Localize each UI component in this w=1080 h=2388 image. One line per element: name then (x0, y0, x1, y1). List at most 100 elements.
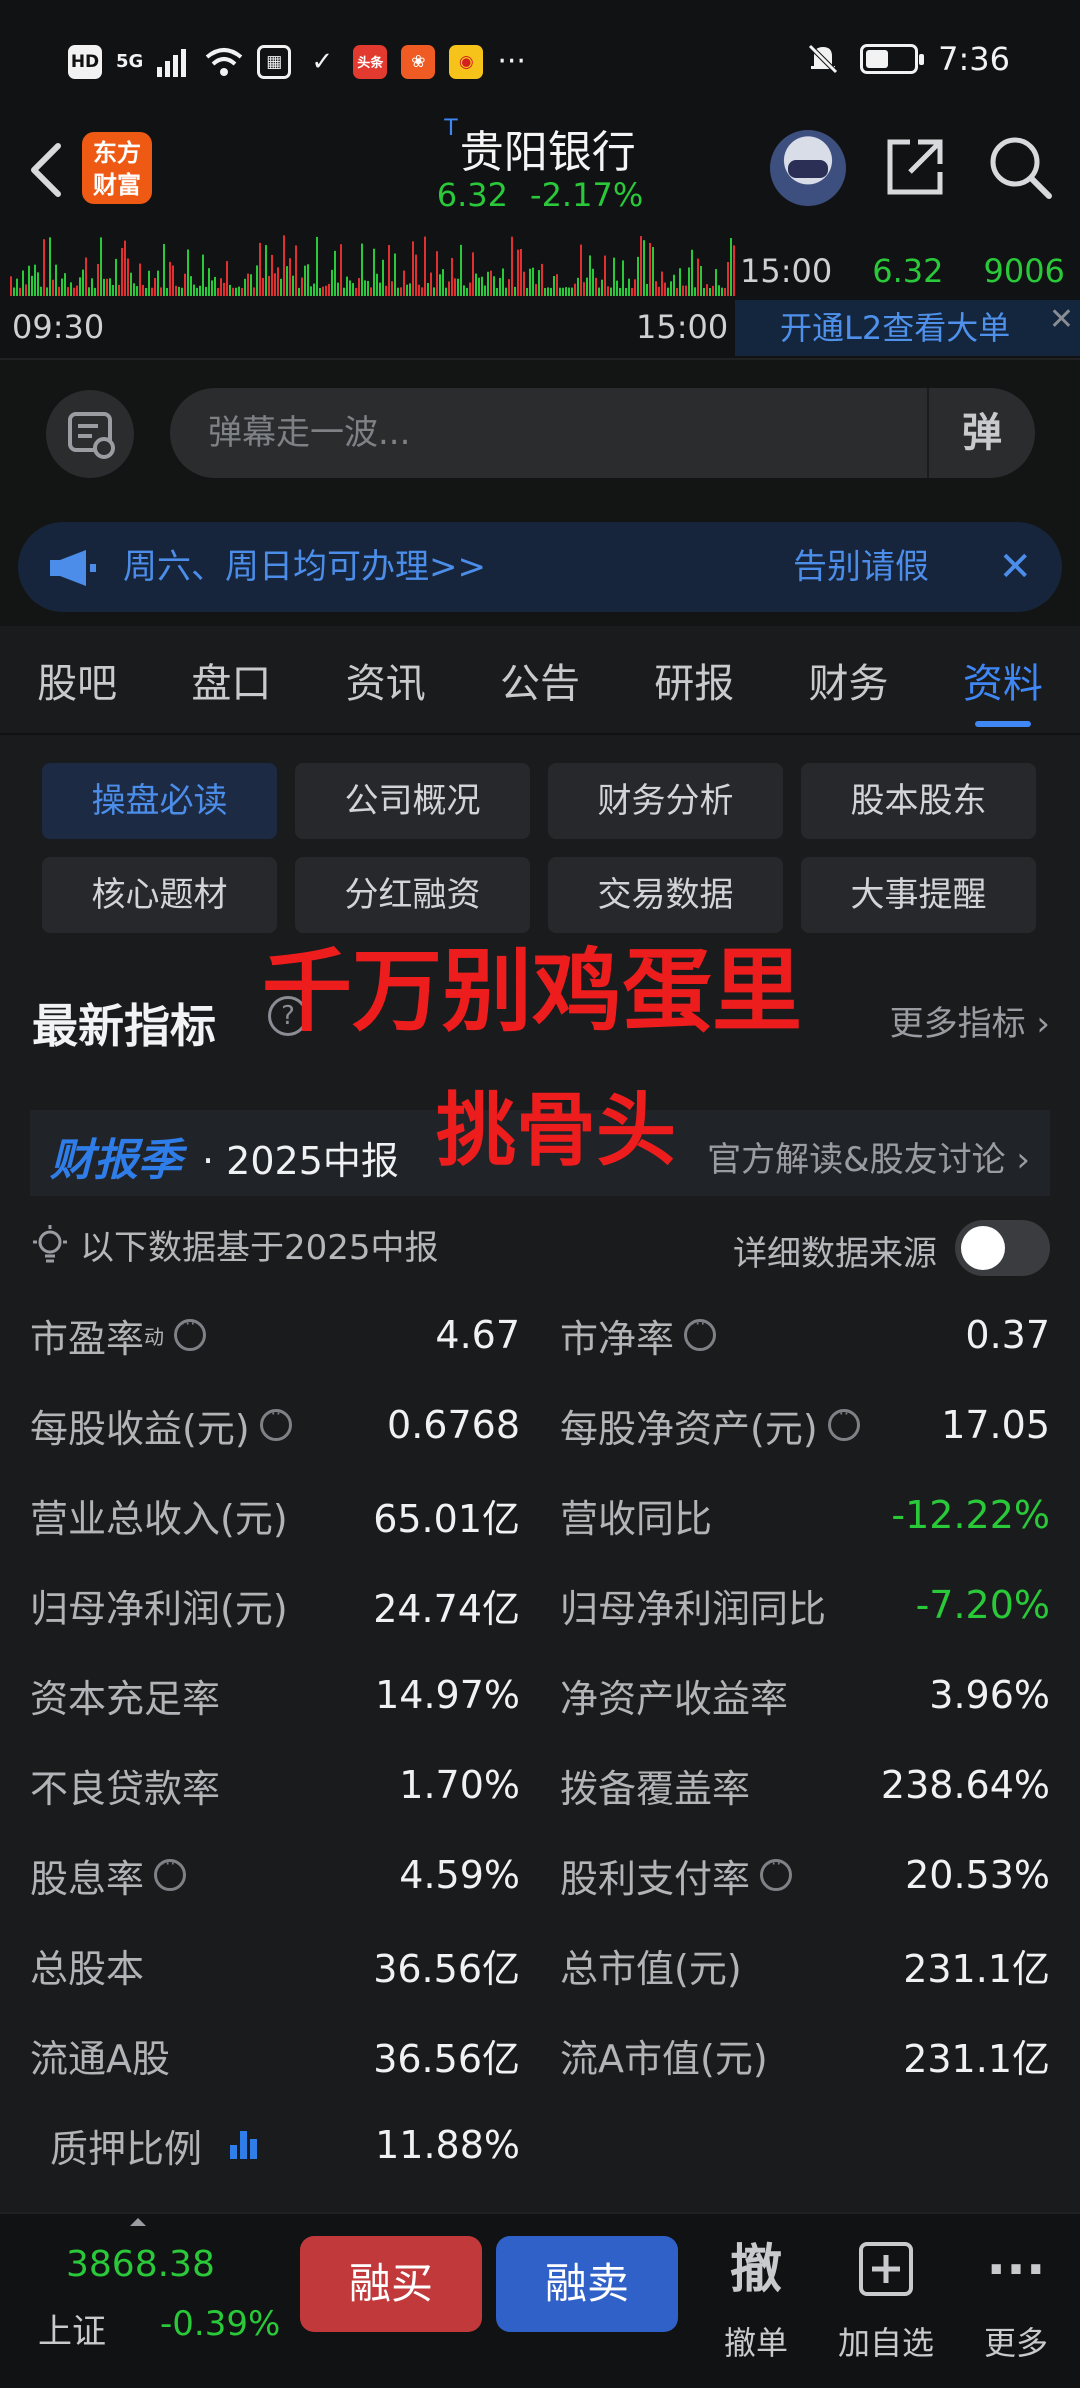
info-dots-icon[interactable] (174, 1314, 207, 1351)
volume-bar (691, 249, 693, 296)
volume-bar (538, 270, 540, 296)
margin-sell-button[interactable]: 融卖 (496, 2236, 678, 2332)
danmaku-settings-icon[interactable] (46, 390, 134, 478)
volume-bar (556, 274, 558, 296)
metric-row: 股息率 4.59% 股利支付率 20.53% (30, 1830, 1050, 1920)
volume-bar (16, 278, 18, 296)
volume-bar (46, 287, 48, 296)
index-value[interactable]: 3868.38 (66, 2244, 215, 2285)
info-dots-icon[interactable] (154, 1854, 187, 1891)
volume-bar (478, 277, 480, 296)
volume-bar (325, 285, 327, 296)
volume-bar (85, 257, 87, 296)
volume-bar (376, 273, 378, 296)
tab-research[interactable]: 研报 (617, 630, 771, 733)
volume-bar (160, 287, 162, 296)
danmaku-toggle-button[interactable]: 弹 (927, 388, 1035, 478)
volume-bar (193, 284, 195, 296)
add-watchlist-button[interactable]: 加自选 (826, 2234, 946, 2364)
more-indicators-link[interactable]: 更多指标 › (890, 996, 1050, 1045)
metric-label-text: 拨备覆盖率 (560, 1766, 751, 1811)
notice-banner[interactable]: 周六、周日均可办理>> 告别请假 ✕ (18, 522, 1062, 612)
volume-bar (595, 277, 597, 296)
subnav-financial-analysis[interactable]: 财务分析 (548, 763, 783, 839)
more-button[interactable]: ··· 更多 (956, 2234, 1076, 2364)
metric-label: 资本充足率 (30, 1668, 220, 1723)
volume-bar (430, 272, 432, 296)
tick-price: 6.32 (872, 252, 944, 290)
clock: 7:36 (938, 40, 1010, 78)
volume-bar (337, 282, 339, 296)
metric-label: 净资产收益率 (560, 1668, 788, 1723)
subnav-must-read[interactable]: 操盘必读 (42, 763, 277, 839)
volume-bar (604, 255, 606, 296)
tab-announcements[interactable]: 公告 (463, 630, 617, 733)
subnav-events[interactable]: 大事提醒 (801, 857, 1036, 933)
volume-bar (217, 287, 219, 296)
info-dots-icon[interactable] (259, 1404, 292, 1441)
tab-pankou[interactable]: 盘口 (154, 630, 308, 733)
metric-cell: 总市值(元) 231.1亿 (540, 1920, 1050, 2010)
subnav-core-themes[interactable]: 核心题材 (42, 857, 277, 933)
cancel-order-button[interactable]: 撤 撤单 (696, 2234, 816, 2364)
volume-bar (205, 286, 207, 296)
metric-label: 营业总收入(元) (30, 1488, 288, 1543)
volume-bar (343, 287, 345, 296)
danmaku-input[interactable]: 弹幕走一波... 弹 (170, 388, 1035, 478)
volume-bar (706, 284, 708, 296)
metric-label: 营收同比 (560, 1488, 712, 1543)
info-dots-icon[interactable] (760, 1854, 793, 1891)
volume-bar (700, 265, 702, 296)
metric-label: 市净率 (560, 1308, 717, 1363)
volume-bar (127, 258, 129, 296)
info-dots-icon[interactable] (827, 1404, 860, 1441)
intraday-volume-strip[interactable]: 09:30 15:00 15:00 6.32 9006 开通L2查看大单 ✕ (0, 230, 1080, 360)
metric-cell: 股息率 4.59% (30, 1830, 540, 1920)
subnav-shareholders[interactable]: 股本股东 (801, 763, 1036, 839)
search-icon[interactable] (985, 132, 1055, 202)
share-icon[interactable] (880, 132, 950, 202)
tab-news[interactable]: 资讯 (309, 630, 463, 733)
volume-bar (409, 283, 411, 296)
volume-bar (73, 287, 75, 296)
bar-chart-icon[interactable] (230, 2131, 260, 2159)
metric-cell: 每股收益(元) 0.6768 (30, 1380, 540, 1470)
bottom-trade-bar: 3868.38 上证 -0.39% 融买 融卖 撤 撤单 加自选 ··· 更多 (0, 2212, 1080, 2388)
tab-finance[interactable]: 财务 (771, 630, 925, 733)
volume-bar (502, 268, 504, 296)
data-source-toggle[interactable] (955, 1220, 1050, 1276)
report-discussion-link[interactable]: 官方解读&股友讨论 › (707, 1132, 1030, 1181)
last-tick: 15:00 6.32 9006 (740, 252, 1080, 290)
assistant-robot-icon[interactable] (770, 130, 846, 206)
more-label: 更多 (983, 2324, 1048, 2362)
volume-bar (316, 236, 318, 296)
add-box-icon (826, 2234, 946, 2306)
volume-bar (652, 247, 654, 296)
section-title: 最新指标 (32, 999, 216, 1053)
l2-upgrade-banner[interactable]: 开通L2查看大单 ✕ (735, 300, 1080, 356)
volume-bar (646, 283, 648, 296)
tab-guba[interactable]: 股吧 (0, 630, 154, 733)
metric-label-text: 每股净资产(元) (560, 1406, 818, 1451)
volume-bar (517, 249, 519, 296)
metric-value: 0.6768 (387, 1403, 520, 1447)
notice-close-icon[interactable]: ✕ (998, 522, 1032, 612)
volume-bar (583, 282, 585, 296)
expand-caret-icon[interactable] (128, 2216, 148, 2228)
volume-bar (541, 263, 543, 296)
volume-bar (178, 286, 180, 296)
info-dots-icon[interactable] (684, 1314, 717, 1351)
tab-profile[interactable]: 资料 (926, 630, 1080, 733)
volume-bar (256, 265, 258, 296)
margin-buy-button[interactable]: 融买 (300, 2236, 482, 2332)
hd-icon: HD (68, 44, 102, 79)
volume-bar (625, 287, 627, 296)
metric-cell: 净资产收益率 3.96% (540, 1650, 1050, 1740)
l2-close-icon[interactable]: ✕ (1049, 292, 1074, 348)
volume-bar (232, 287, 234, 296)
metric-value: 36.56亿 (373, 2036, 520, 2081)
volume-bar (379, 282, 381, 296)
volume-bar (76, 285, 78, 296)
volume-bar (40, 286, 42, 296)
subnav-company-overview[interactable]: 公司概况 (295, 763, 530, 839)
